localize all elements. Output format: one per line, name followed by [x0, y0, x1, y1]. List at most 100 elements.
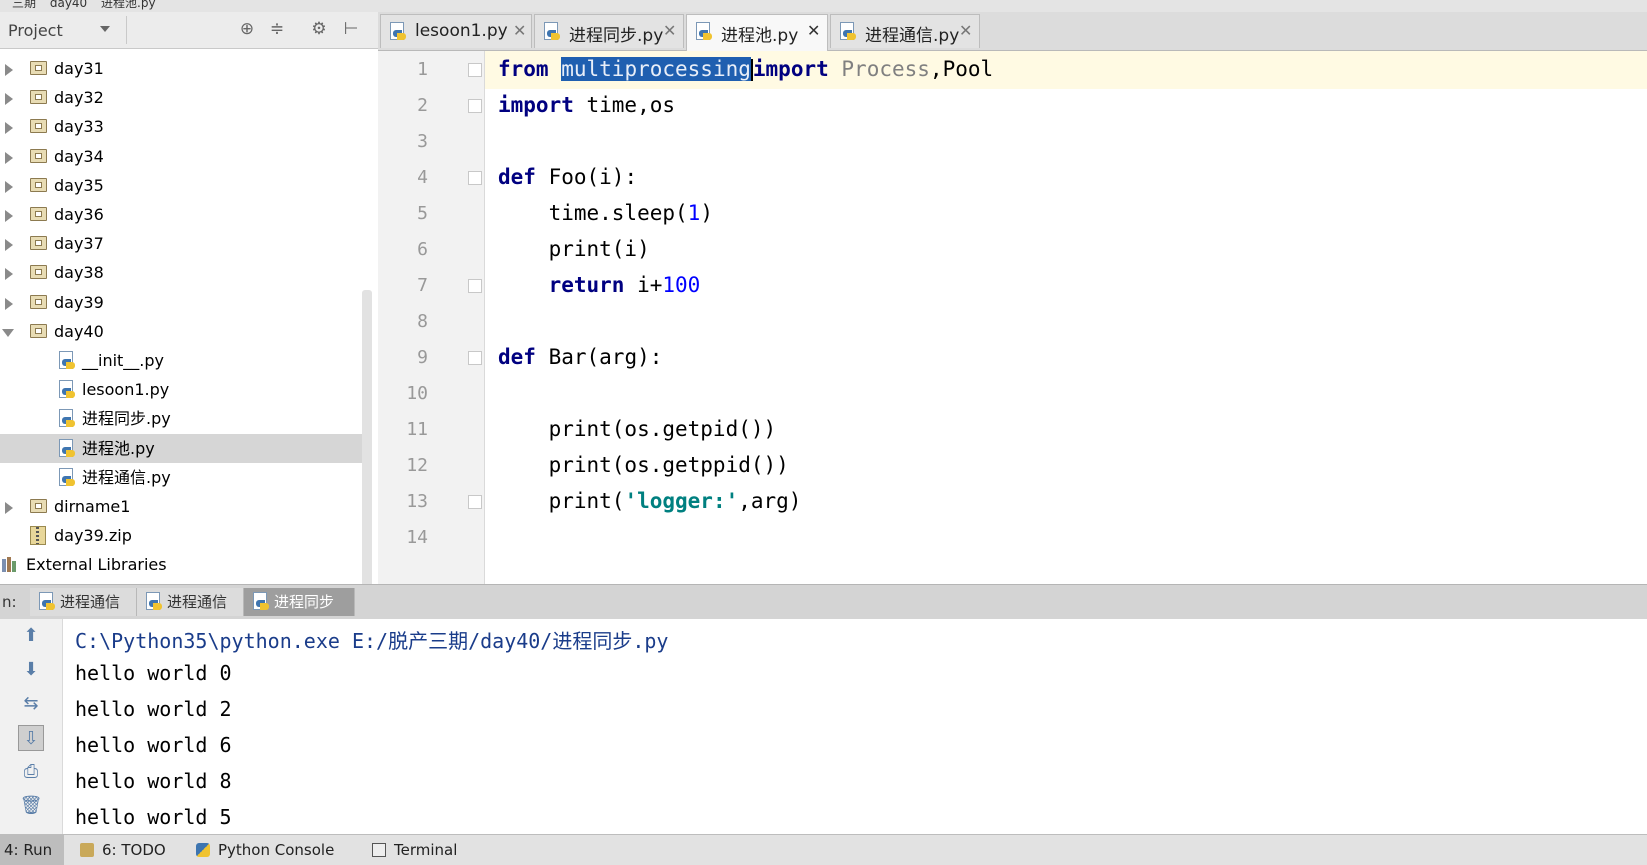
breadcrumb-item[interactable]: 进程池.py	[101, 0, 156, 10]
tree-item[interactable]: day34	[0, 142, 362, 171]
tree-item-label: day39	[54, 292, 104, 312]
code-line[interactable]: import time,os	[498, 93, 675, 117]
tree-item[interactable]: 进程同步.py	[0, 404, 362, 433]
console-line: hello world 2	[75, 697, 232, 721]
line-number-gutter[interactable]: 1 2 3 4 5 6 7 8 9 10 11 12 13 14	[378, 51, 485, 584]
chevron-right-icon[interactable]	[5, 502, 13, 514]
scroll-to-end-icon[interactable]: ⇩	[18, 725, 44, 751]
chevron-down-icon[interactable]	[2, 328, 14, 337]
code-line[interactable]: print('logger:',arg)	[498, 489, 802, 513]
fold-marker-icon[interactable]	[468, 351, 482, 365]
run-label: n:	[0, 588, 32, 616]
breadcrumb-item[interactable]: 三期	[12, 0, 36, 10]
arrow-up-icon[interactable]: ⬆	[18, 623, 44, 649]
fold-marker-icon[interactable]	[468, 171, 482, 185]
project-view-selector[interactable]: Project	[8, 21, 63, 40]
fold-marker-icon[interactable]	[468, 63, 482, 77]
chevron-right-icon[interactable]	[5, 239, 13, 252]
chevron-right-icon[interactable]	[5, 180, 13, 193]
chevron-right-icon[interactable]	[5, 210, 13, 222]
collapse-all-icon[interactable]: ≑	[266, 18, 288, 40]
run-tab-label: 进程通信	[167, 593, 228, 611]
trash-icon[interactable]: 🗑	[18, 793, 44, 819]
code-line[interactable]: print(os.getpid())	[498, 417, 777, 441]
code-text: print(	[498, 489, 625, 513]
tab-process-communication[interactable]: 进程通信.py ✕	[830, 14, 980, 48]
tree-item[interactable]: day40	[0, 317, 362, 346]
tool-window-bar: 4: Run 6: TODO Python Console Terminal	[0, 834, 1647, 865]
tree-item[interactable]: lesoon1.py	[0, 375, 362, 404]
hide-panel-icon[interactable]: ⊢	[340, 18, 362, 40]
code-line[interactable]: print(i)	[498, 237, 650, 261]
code-line[interactable]: print(os.getppid())	[498, 453, 789, 477]
code-editor[interactable]: 1 2 3 4 5 6 7 8 9 10 11 12 13 14 from multiprocessing…	[378, 51, 1647, 584]
code-text: ,Pool	[929, 57, 994, 81]
chevron-right-icon[interactable]	[5, 268, 13, 281]
arrow-down-icon[interactable]: ⬇	[18, 657, 44, 683]
tab-process-pool[interactable]: 进程池.py ✕	[686, 14, 828, 51]
console-line: hello world 8	[75, 769, 232, 793]
tab-process-sync[interactable]: 进程同步.py ✕	[534, 14, 684, 48]
tree-item[interactable]: External Libraries	[0, 550, 362, 579]
breadcrumb-item[interactable]: day40	[50, 0, 87, 10]
tree-item[interactable]: day35	[0, 171, 362, 200]
chevron-right-icon[interactable]	[5, 93, 13, 106]
code-line[interactable]: time.sleep(1)	[498, 201, 713, 225]
run-tab-label: 进程通信	[60, 593, 121, 611]
run-tool-button[interactable]: 4: Run	[0, 835, 64, 865]
close-icon[interactable]: ✕	[663, 21, 676, 40]
folder-icon	[30, 323, 47, 338]
close-icon[interactable]: ✕	[959, 21, 972, 40]
tree-item[interactable]: day39	[0, 288, 362, 317]
chevron-right-icon[interactable]	[5, 122, 13, 135]
python-file-icon	[145, 592, 163, 611]
run-tab-process-communication-2[interactable]: 进程通信	[137, 588, 244, 616]
run-console[interactable]: ⬆ ⬇ ⇆ ⇩ ⎙ 🗑 C:\Python35\python.exe E:/脱产…	[0, 619, 1647, 834]
code-line[interactable]: from multiprocessingimport Process,Pool	[498, 57, 993, 81]
fold-marker-icon[interactable]	[468, 495, 482, 509]
chevron-right-icon[interactable]	[5, 297, 13, 310]
tree-item[interactable]: day31	[0, 54, 362, 83]
keyword: import	[752, 57, 829, 81]
tree-item[interactable]: dirname1	[0, 492, 362, 521]
tab-lesoon1[interactable]: lesoon1.py ✕	[380, 14, 532, 48]
terminal-tool-button[interactable]: Terminal	[372, 835, 472, 865]
tree-item-label: day32	[54, 88, 104, 108]
tree-item[interactable]: day37	[0, 229, 362, 258]
python-file-icon	[58, 467, 76, 487]
code-line[interactable]: return i+100	[498, 273, 701, 297]
code-line[interactable]: def Foo(i):	[498, 165, 637, 189]
folder-icon	[30, 90, 47, 105]
chevron-right-icon[interactable]	[5, 64, 13, 76]
todo-tool-button[interactable]: 6: TODO	[80, 835, 180, 865]
tree-item[interactable]: day33	[0, 112, 362, 141]
fold-marker-icon[interactable]	[468, 279, 482, 293]
line-number: 4	[417, 167, 428, 188]
tree-item[interactable]: __init__.py	[0, 346, 362, 375]
code-line[interactable]: def Bar(arg):	[498, 345, 662, 369]
print-icon[interactable]: ⎙	[18, 759, 44, 785]
project-panel-header: Project ⊕ ≑ ⚙ ⊢	[0, 12, 378, 49]
tree-item[interactable]: day38	[0, 258, 362, 287]
gear-icon[interactable]: ⚙	[308, 18, 330, 40]
python-console-tool-button[interactable]: Python Console	[196, 835, 346, 865]
python-file-icon	[58, 351, 76, 370]
chevron-down-icon[interactable]	[100, 26, 110, 32]
line-number: 5	[417, 203, 428, 224]
tree-item[interactable]: 进程池.py	[0, 433, 362, 463]
tree-item[interactable]: 进程通信.py	[0, 463, 362, 492]
tree-item[interactable]: day36	[0, 200, 362, 229]
tree-item-label: day31	[54, 59, 104, 78]
close-icon[interactable]: ✕	[807, 21, 820, 40]
soft-wrap-icon[interactable]: ⇆	[18, 691, 44, 717]
chevron-right-icon[interactable]	[5, 151, 13, 164]
close-icon[interactable]: ✕	[513, 21, 526, 40]
project-scrollbar[interactable]	[362, 290, 372, 590]
run-tab-process-communication[interactable]: 进程通信	[30, 588, 137, 616]
fold-marker-icon[interactable]	[468, 99, 482, 113]
run-tab-process-sync[interactable]: 进程同步	[244, 588, 355, 616]
tree-item-label: day33	[54, 117, 104, 137]
tree-item[interactable]: day32	[0, 83, 362, 112]
tree-item[interactable]: day39.zip	[0, 521, 362, 550]
scroll-from-source-icon[interactable]: ⊕	[236, 18, 258, 40]
